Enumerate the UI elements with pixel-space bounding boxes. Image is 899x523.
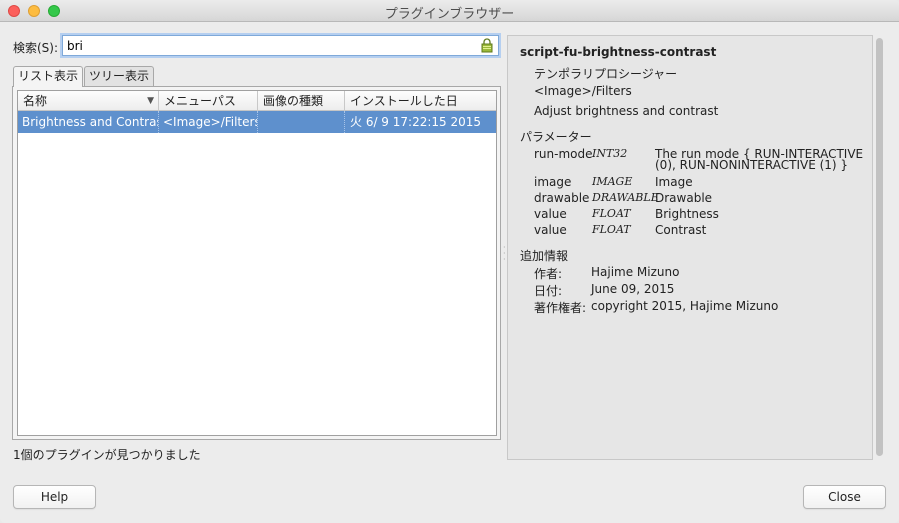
column-header-label: 名称 [23,94,48,108]
status-text: 1個のプラグインが見つかりました [13,448,201,462]
param-type: INT32 [592,147,628,160]
column-header-menu-path[interactable]: メニューパス [159,91,258,111]
column-header-name[interactable]: 名称 ▼ [18,91,159,111]
list-view-panel: 名称 ▼ メニューパス 画像の種類 インストールした日 Brightness a… [12,86,501,440]
procedure-type: テンポラリプロシージャー [534,67,678,81]
scrollbar-thumb[interactable] [876,38,883,456]
column-header-install-date[interactable]: インストールした日 [345,91,496,111]
sort-descending-icon: ▼ [147,96,154,106]
table-row[interactable]: Brightness and Contrast <Image>/Filters … [18,111,496,133]
title-bar: プラグインブラウザー [0,0,899,22]
window-title: プラグインブラウザー [384,7,515,22]
param-description: Brightness [655,207,719,221]
table-header: 名称 ▼ メニューパス 画像の種類 インストールした日 [18,91,496,111]
search-label: 検索(S): [13,41,59,55]
author-value: Hajime Mizuno [591,265,680,279]
param-description: Image [655,175,693,189]
help-button[interactable]: Help [13,485,96,509]
procedure-name: script-fu-brightness-contrast [520,45,717,59]
cell-name: Brightness and Contrast [18,111,159,133]
param-description: Contrast [655,223,707,237]
param-name: value [534,207,567,221]
cell-image-types [258,111,345,133]
plugin-table: 名称 ▼ メニューパス 画像の種類 インストールした日 Brightness a… [17,90,497,436]
param-name: image [534,175,572,189]
tab-tree-view[interactable]: ツリー表示 [84,66,154,86]
param-name: run-mode [534,147,593,161]
plugin-browser-window: プラグインブラウザー 検索(S): リスト表示 ツリー表示 名称 ▼ メニューパ… [0,0,899,523]
copyright-value: copyright 2015, Hajime Mizuno [591,299,779,313]
param-type: IMAGE [592,175,633,188]
procedure-menu-path: <Image>/Filters [534,84,632,98]
date-label: 日付: [534,284,563,298]
close-button[interactable]: Close [803,485,886,509]
cell-menu-path: <Image>/Filters [159,111,258,133]
param-description-continued: (0), RUN-NONINTERACTIVE (1) } [655,158,849,172]
procedure-blurb: Adjust brightness and contrast [534,104,719,118]
param-name: value [534,223,567,237]
column-header-image-types[interactable]: 画像の種類 [258,91,345,111]
tab-list-view[interactable]: リスト表示 [13,66,83,87]
additional-info-heading: 追加情報 [520,249,569,263]
cell-install-date: 火 6/ 9 17:22:15 2015 [350,115,482,129]
clear-search-icon[interactable] [480,38,494,53]
parameters-heading: パラメーター [520,130,592,144]
search-input[interactable] [62,35,499,56]
param-description: Drawable [655,191,713,205]
author-label: 作者: [534,267,563,281]
param-name: drawable [534,191,590,205]
param-type: FLOAT [592,223,631,236]
pane-splitter-handle[interactable]: · · · [503,244,506,264]
date-value: June 09, 2015 [591,282,675,296]
detail-scrollbar[interactable] [873,35,887,460]
param-type: FLOAT [592,207,631,220]
copyright-label: 著作権者: [534,301,587,315]
param-type: DRAWABLE [592,191,659,204]
